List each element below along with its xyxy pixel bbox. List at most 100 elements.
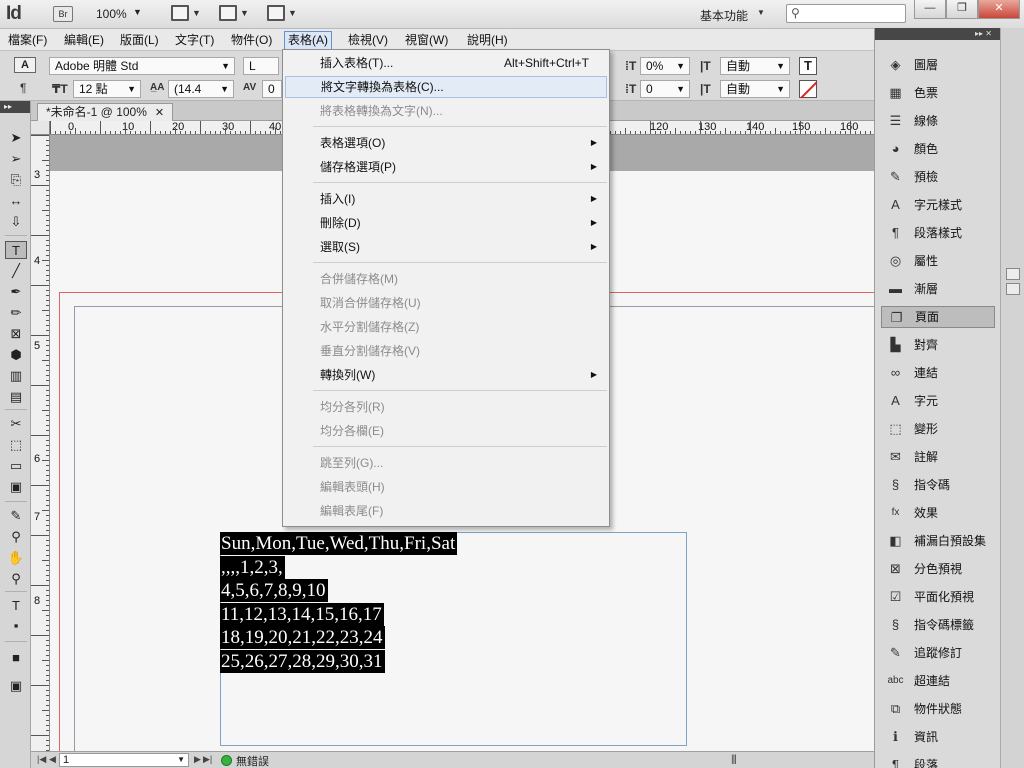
selected-text-line[interactable]: 11,12,13,14,15,16,17 bbox=[220, 603, 384, 626]
help-search-input[interactable]: ⚲ bbox=[786, 4, 906, 23]
eyedropper-tool-icon[interactable]: ⚲ bbox=[5, 528, 27, 546]
grid-tool-icon[interactable]: ▤ bbox=[5, 388, 27, 406]
paragraph-formatting-button[interactable]: ¶ bbox=[20, 81, 26, 95]
hand-tool-icon[interactable]: ✋ bbox=[5, 549, 27, 567]
zoom-tool-icon[interactable]: ⚲ bbox=[5, 570, 27, 588]
panel-item-hyperlinks[interactable]: abc 超連結 bbox=[881, 670, 995, 692]
table-menu-item[interactable]: 儲存格選項(P) ▶ bbox=[285, 156, 607, 178]
selected-text-line[interactable]: 18,19,20,21,22,23,24 bbox=[220, 626, 385, 649]
menu-file[interactable]: 檔案(F) bbox=[5, 32, 50, 49]
direct-selection-tool-icon[interactable]: ➢ bbox=[5, 150, 27, 168]
chevron-down-icon[interactable]: ▼ bbox=[757, 8, 765, 17]
menu-object[interactable]: 物件(O) bbox=[228, 32, 275, 49]
panel-item-gradient[interactable]: ▬ 漸層 bbox=[881, 278, 995, 300]
menu-type[interactable]: 文字(T) bbox=[172, 32, 217, 49]
type-tool-icon[interactable]: T bbox=[5, 241, 27, 259]
last-page-icon[interactable]: ▶| bbox=[203, 754, 212, 765]
selection-tool-icon[interactable]: ➤ bbox=[5, 129, 27, 147]
panel-item-trap-presets[interactable]: ◧ 補漏白預設集 bbox=[881, 530, 995, 552]
zoom-dropdown-icon[interactable]: ▼ bbox=[133, 7, 142, 17]
panel-item-paragraph[interactable]: ¶ 段落 bbox=[881, 754, 995, 768]
panel-item-transform[interactable]: ⬚ 變形 bbox=[881, 418, 995, 440]
arrange-documents-icon[interactable] bbox=[267, 5, 285, 21]
scissors-tool-icon[interactable]: ✂ bbox=[5, 415, 27, 433]
panel-item-color[interactable]: ◕ 顏色 bbox=[881, 138, 995, 160]
view-mode-icon[interactable]: ■ bbox=[5, 649, 27, 667]
table-tool-icon[interactable]: ▥ bbox=[5, 367, 27, 385]
restore-button[interactable]: ❐ bbox=[946, 0, 978, 19]
preflight-status-icon[interactable] bbox=[221, 755, 232, 766]
table-menu-item[interactable]: 插入(I) ▶ bbox=[285, 188, 607, 210]
panel-item-links[interactable]: ∞ 連結 bbox=[881, 362, 995, 384]
panel-item-separations[interactable]: ⊠ 分色預視 bbox=[881, 558, 995, 580]
auto-field-2[interactable]: 自動 ▼ bbox=[720, 80, 790, 98]
first-page-icon[interactable]: |◀ bbox=[37, 754, 46, 765]
workspace-switcher[interactable]: 基本功能 bbox=[700, 7, 748, 24]
selected-text-line[interactable]: Sun,Mon,Tue,Wed,Thu,Fri,Sat bbox=[220, 532, 458, 555]
panel-item-swatches[interactable]: ▦ 色票 bbox=[881, 82, 995, 104]
font-size-field[interactable]: 12 點 ▼ bbox=[73, 80, 141, 98]
panel-item-scripts[interactable]: § 指令碼 bbox=[881, 474, 995, 496]
vertical-ruler[interactable]: 3 4 5 6 7 8 bbox=[31, 135, 50, 751]
gradient-feather-tool-icon[interactable]: ▣ bbox=[5, 478, 27, 496]
fill-stroke-icon[interactable]: T bbox=[5, 597, 27, 615]
kerning-field[interactable]: 0 bbox=[262, 80, 282, 98]
note-tool-icon[interactable]: ✎ bbox=[5, 507, 27, 525]
chevron-down-icon[interactable]: ▼ bbox=[240, 8, 249, 18]
baseline-field[interactable]: 0 ▼ bbox=[640, 80, 690, 98]
free-transform-tool-icon[interactable]: ⬚ bbox=[5, 436, 27, 454]
document-tab[interactable]: *未命名-1 @ 100% ✕ bbox=[37, 103, 174, 121]
minimize-button[interactable]: — bbox=[914, 0, 946, 19]
panel-item-attributes[interactable]: ◎ 屬性 bbox=[881, 250, 995, 272]
selected-text-line[interactable]: 25,26,27,28,29,30,31 bbox=[220, 650, 385, 673]
font-family-select[interactable]: Adobe 明體 Std ▼ bbox=[49, 57, 235, 75]
tracking-field[interactable]: 0% ▼ bbox=[640, 57, 690, 75]
table-menu-item[interactable]: 插入表格(T)... Alt+Shift+Ctrl+T bbox=[285, 52, 607, 74]
auto-field-1[interactable]: 自動 ▼ bbox=[720, 57, 790, 75]
pencil-tool-icon[interactable]: ✏ bbox=[5, 304, 27, 322]
panel-item-flattener[interactable]: ☑ 平面化預視 bbox=[881, 586, 995, 608]
table-menu-item[interactable]: 轉換列(W) ▶ bbox=[285, 364, 607, 386]
text-stroke-button[interactable] bbox=[799, 80, 817, 98]
ruler-origin[interactable] bbox=[31, 121, 50, 135]
menu-view[interactable]: 檢視(V) bbox=[345, 32, 391, 49]
panel-item-preflight[interactable]: ✎ 預檢 bbox=[881, 166, 995, 188]
panel-item-effects[interactable]: fx 效果 bbox=[881, 502, 995, 524]
tools-panel-header[interactable]: ▸▸ bbox=[0, 101, 30, 113]
panel-item-align[interactable]: ▙ 對齊 bbox=[881, 334, 995, 356]
chevron-down-icon[interactable]: ▼ bbox=[288, 8, 297, 18]
font-style-select[interactable]: L bbox=[243, 57, 279, 75]
leading-field[interactable]: (14.4 ▼ bbox=[168, 80, 234, 98]
menu-window[interactable]: 視窗(W) bbox=[402, 32, 451, 49]
panel-item-notes[interactable]: ✉ 註解 bbox=[881, 446, 995, 468]
menu-layout[interactable]: 版面(L) bbox=[117, 32, 162, 49]
panel-item-script-label[interactable]: § 指令碼標籤 bbox=[881, 614, 995, 636]
selected-text-line[interactable]: ,,,,1,2,3, bbox=[220, 556, 285, 579]
menu-edit[interactable]: 編輯(E) bbox=[61, 32, 107, 49]
panel-item-paragraph-styles[interactable]: ¶ 段落樣式 bbox=[881, 222, 995, 244]
bridge-button[interactable]: Br bbox=[53, 6, 73, 22]
table-menu-item[interactable]: 選取(S) ▶ bbox=[285, 236, 607, 258]
ellipse-tool-icon[interactable]: ⬢ bbox=[5, 346, 27, 364]
scroll-button[interactable] bbox=[1006, 268, 1020, 280]
apply-color-icon[interactable]: ▪ bbox=[5, 617, 27, 635]
table-menu-item[interactable]: 表格選項(O) ▶ bbox=[285, 132, 607, 154]
panel-item-object-states[interactable]: ⧉ 物件狀態 bbox=[881, 698, 995, 720]
character-formatting-button[interactable]: A bbox=[14, 57, 36, 73]
scrollbar-grip-icon[interactable]: ||| bbox=[731, 754, 737, 765]
panel-item-info[interactable]: ℹ 資訊 bbox=[881, 726, 995, 748]
close-icon[interactable]: ✕ bbox=[155, 107, 164, 119]
page-number-field[interactable]: 1 ▼ bbox=[59, 753, 189, 767]
chevron-down-icon[interactable]: ▼ bbox=[192, 8, 201, 18]
screen-mode-icon[interactable]: ▣ bbox=[5, 677, 27, 695]
preflight-status-text[interactable]: 無錯誤 bbox=[236, 753, 269, 768]
view-options-icon[interactable] bbox=[171, 5, 189, 21]
content-collector-icon[interactable]: ⇩ bbox=[5, 213, 27, 231]
panel-item-stroke[interactable]: ☰ 線條 bbox=[881, 110, 995, 132]
menu-help[interactable]: 說明(H) bbox=[464, 32, 511, 49]
page-tool-icon[interactable]: ⎘ bbox=[5, 171, 27, 189]
panel-item-layers[interactable]: ◈ 圖層 bbox=[881, 54, 995, 76]
gradient-swatch-tool-icon[interactable]: ▭ bbox=[5, 457, 27, 475]
selected-text-line[interactable]: 4,5,6,7,8,9,10 bbox=[220, 579, 328, 602]
line-tool-icon[interactable]: ╱ bbox=[5, 262, 27, 280]
